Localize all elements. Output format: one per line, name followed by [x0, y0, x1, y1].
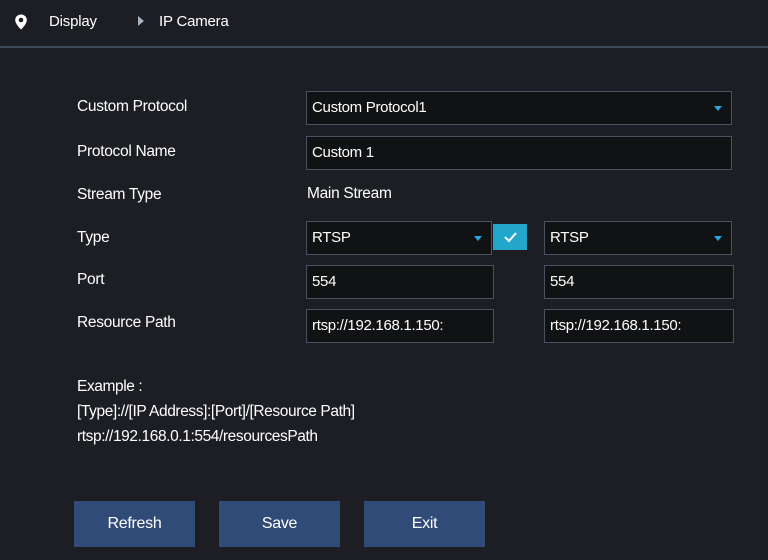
stream-type-value: Main Stream [307, 185, 392, 202]
location-pin-icon [15, 14, 27, 30]
protocol-name-label: Protocol Name [77, 143, 176, 160]
main-resource-path-value: rtsp://192.168.1.150: [312, 317, 444, 334]
type-label: Type [77, 229, 110, 246]
example-title: Example : [77, 378, 143, 395]
sub-stream-type-select[interactable]: RTSP [544, 221, 732, 255]
custom-protocol-value: Custom Protocol1 [312, 99, 427, 116]
main-port-input[interactable]: 554 [306, 265, 494, 299]
protocol-name-input[interactable]: Custom 1 [306, 136, 732, 170]
custom-protocol-label: Custom Protocol [77, 98, 188, 115]
exit-button[interactable]: Exit [364, 501, 485, 547]
sub-stream-type-value: RTSP [550, 229, 589, 246]
triangle-right-icon [138, 16, 144, 26]
port-label: Port [77, 271, 105, 288]
example-format: [Type]://[IP Address]:[Port]/[Resource P… [77, 403, 355, 420]
chevron-down-icon [474, 236, 482, 241]
breadcrumb-item-display[interactable]: Display [49, 13, 97, 30]
checkmark-icon [504, 232, 517, 243]
sub-resource-path-input[interactable]: rtsp://192.168.1.150: [544, 309, 734, 343]
stream-type-label: Stream Type [77, 186, 162, 203]
main-port-value: 554 [312, 273, 337, 290]
main-resource-path-input[interactable]: rtsp://192.168.1.150: [306, 309, 494, 343]
save-button[interactable]: Save [219, 501, 340, 547]
sub-resource-path-value: rtsp://192.168.1.150: [550, 317, 682, 334]
breadcrumb: Display IP Camera [0, 0, 768, 48]
chevron-down-icon [714, 106, 722, 111]
custom-protocol-select[interactable]: Custom Protocol1 [306, 91, 732, 125]
breadcrumb-item-ip-camera[interactable]: IP Camera [159, 13, 229, 30]
enable-sub-stream-checkbox[interactable] [493, 224, 527, 250]
example-sample: rtsp://192.168.0.1:554/resourcesPath [77, 428, 318, 445]
chevron-down-icon [714, 236, 722, 241]
main-stream-type-value: RTSP [312, 229, 351, 246]
main-stream-type-select[interactable]: RTSP [306, 221, 492, 255]
resource-path-label: Resource Path [77, 314, 176, 331]
refresh-button[interactable]: Refresh [74, 501, 195, 547]
sub-port-input[interactable]: 554 [544, 265, 734, 299]
protocol-name-value: Custom 1 [312, 144, 374, 161]
sub-port-value: 554 [550, 273, 575, 290]
